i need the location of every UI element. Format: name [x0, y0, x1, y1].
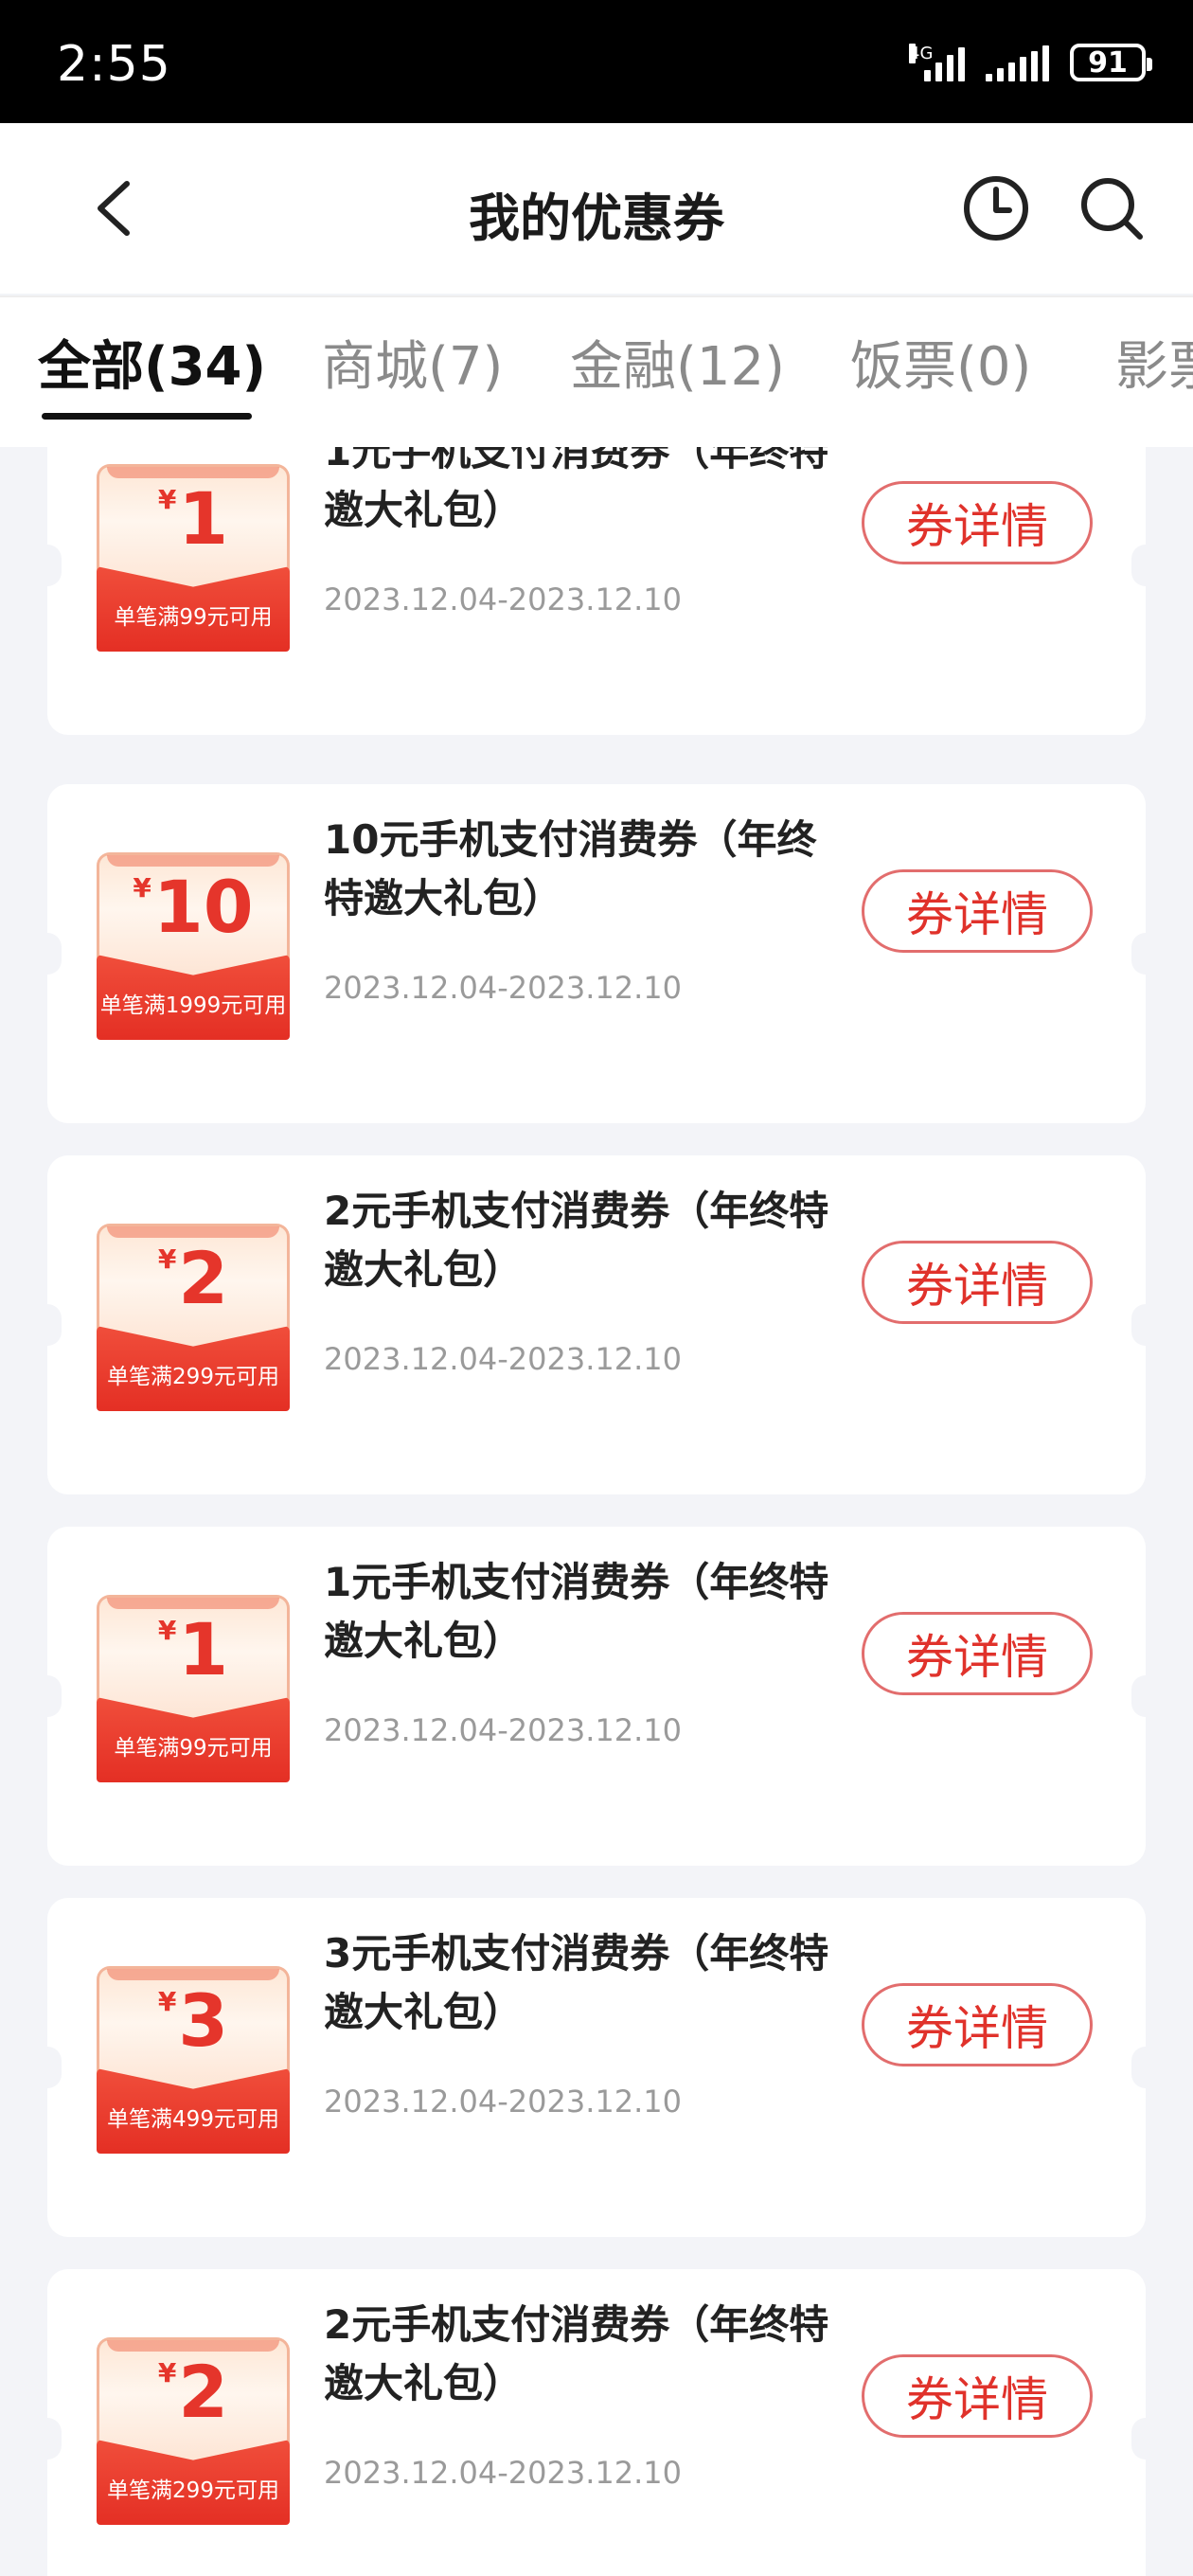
- tab-mall[interactable]: 商城(7): [322, 324, 503, 401]
- coupon-amount: ¥10: [97, 869, 290, 945]
- coupon-ticket-icon: ¥2 单笔满299元可用: [97, 2337, 290, 2525]
- coupon-detail-button[interactable]: 券详情: [862, 481, 1093, 564]
- status-bar: 2:55 4G 91: [0, 0, 1193, 123]
- amount-value: 3: [178, 1978, 229, 2063]
- coupon-detail-button[interactable]: 券详情: [862, 869, 1093, 953]
- coupon-title: 1元手机支付消费券（年终特邀大礼包）: [324, 447, 829, 533]
- notch: [33, 2047, 62, 2088]
- coupon-card[interactable]: ¥10 单笔满1999元可用 10元手机支付消费券（年终特邀大礼包） 2023.…: [33, 784, 1160, 1123]
- notch: [33, 1675, 62, 1717]
- amount-value: 1: [178, 476, 229, 561]
- coupon-detail-button[interactable]: 券详情: [862, 1983, 1093, 2066]
- coupon-card[interactable]: ¥3 单笔满499元可用 3元手机支付消费券（年终特邀大礼包） 2023.12.…: [33, 1898, 1160, 2237]
- tab-all[interactable]: 全部(34): [38, 324, 266, 401]
- coupon-amount: ¥1: [97, 481, 290, 557]
- coupon-detail-button[interactable]: 券详情: [862, 1241, 1093, 1324]
- yen-sign: ¥: [157, 1615, 177, 1646]
- yen-sign: ¥: [133, 872, 151, 903]
- history-button[interactable]: [958, 170, 1034, 246]
- category-tabs: 全部(34) 商城(7) 金融(12) 饭票(0) 影票: [0, 295, 1193, 447]
- tab-meal[interactable]: 饭票(0): [850, 324, 1031, 401]
- notch: [33, 2418, 62, 2460]
- notch: [33, 545, 62, 586]
- yen-sign: ¥: [157, 484, 177, 515]
- coupon-ticket-icon: ¥10 单笔满1999元可用: [97, 852, 290, 1040]
- coupon-amount: ¥2: [97, 1241, 290, 1316]
- clock-icon: [964, 176, 1028, 241]
- search-button[interactable]: [1074, 170, 1149, 246]
- coupon-title: 2元手机支付消费券（年终特邀大礼包）: [324, 2301, 829, 2406]
- coupon-title: 3元手机支付消费券（年终特邀大礼包）: [324, 1930, 829, 2035]
- coupon-condition: 单笔满499元可用: [107, 2107, 279, 2132]
- notch: [33, 933, 62, 975]
- coupon-date: 2023.12.04-2023.12.10: [324, 1712, 682, 1748]
- coupon-title: 1元手机支付消费券（年终特邀大礼包）: [324, 1559, 829, 1664]
- coupon-card[interactable]: ¥1 单笔满99元可用 1元手机支付消费券（年终特邀大礼包） 2023.12.0…: [33, 447, 1160, 735]
- coupon-amount: ¥2: [97, 2354, 290, 2430]
- amount-value: 2: [178, 1236, 229, 1320]
- tab-underline: [42, 413, 252, 420]
- coupon-date: 2023.12.04-2023.12.10: [324, 581, 682, 617]
- coupon-detail-button[interactable]: 券详情: [862, 2354, 1093, 2438]
- coupon-card[interactable]: ¥1 单笔满99元可用 1元手机支付消费券（年终特邀大礼包） 2023.12.0…: [33, 1527, 1160, 1866]
- coupon-amount: ¥3: [97, 1983, 290, 2059]
- coupon-detail-button[interactable]: 券详情: [862, 1612, 1093, 1695]
- coupon-condition: 单笔满99元可用: [114, 1736, 273, 1761]
- notch: [1131, 933, 1160, 975]
- notch: [1131, 545, 1160, 586]
- status-time: 2:55: [57, 36, 171, 93]
- search-icon: [1081, 178, 1143, 240]
- coupon-condition: 单笔满1999元可用: [99, 993, 287, 1018]
- mobile-signal-icon: 4G: [909, 44, 965, 81]
- coupon-date: 2023.12.04-2023.12.10: [324, 2084, 682, 2120]
- nav-bar: 我的优惠券: [0, 123, 1193, 294]
- notch: [1131, 1304, 1160, 1346]
- coupon-title: 2元手机支付消费券（年终特邀大礼包）: [324, 1188, 829, 1293]
- coupon-ticket-icon: ¥2 单笔满299元可用: [97, 1224, 290, 1411]
- coupon-condition: 单笔满299元可用: [107, 1365, 279, 1389]
- notch: [1131, 1675, 1160, 1717]
- yen-sign: ¥: [157, 1986, 177, 2017]
- coupon-card[interactable]: ¥2 单笔满299元可用 2元手机支付消费券（年终特邀大礼包） 2023.12.…: [33, 1155, 1160, 1494]
- coupon-card[interactable]: ¥2 单笔满299元可用 2元手机支付消费券（年终特邀大礼包） 2023.12.…: [33, 2269, 1160, 2576]
- notch: [1131, 2047, 1160, 2088]
- coupon-date: 2023.12.04-2023.12.10: [324, 970, 682, 1006]
- tab-finance[interactable]: 金融(12): [570, 324, 785, 401]
- yen-sign: ¥: [157, 2357, 177, 2388]
- notch: [1131, 2418, 1160, 2460]
- coupon-date: 2023.12.04-2023.12.10: [324, 2455, 682, 2491]
- amount-value: 2: [178, 2350, 229, 2434]
- coupon-title: 10元手机支付消费券（年终特邀大礼包）: [324, 816, 817, 921]
- yen-sign: ¥: [157, 1243, 177, 1275]
- tab-movie[interactable]: 影票: [1115, 324, 1193, 401]
- notch: [33, 1304, 62, 1346]
- coupon-condition: 单笔满299元可用: [107, 2478, 279, 2503]
- amount-value: 1: [178, 1607, 229, 1691]
- coupon-list[interactable]: ¥1 单笔满99元可用 1元手机支付消费券（年终特邀大礼包） 2023.12.0…: [0, 447, 1193, 2576]
- coupon-date: 2023.12.04-2023.12.10: [324, 1341, 682, 1377]
- battery-icon: 91: [1070, 44, 1152, 81]
- coupon-condition: 单笔满99元可用: [114, 605, 273, 630]
- battery-level: 91: [1088, 45, 1128, 80]
- amount-value: 10: [152, 865, 254, 949]
- coupon-ticket-icon: ¥3 单笔满499元可用: [97, 1966, 290, 2154]
- coupon-ticket-icon: ¥1 单笔满99元可用: [97, 464, 290, 652]
- signal-strength-icon: [986, 44, 1049, 81]
- coupon-ticket-icon: ¥1 单笔满99元可用: [97, 1595, 290, 1782]
- network-type-label: 4G: [909, 44, 934, 63]
- coupon-amount: ¥1: [97, 1612, 290, 1688]
- status-icons: 4G 91: [909, 44, 1152, 81]
